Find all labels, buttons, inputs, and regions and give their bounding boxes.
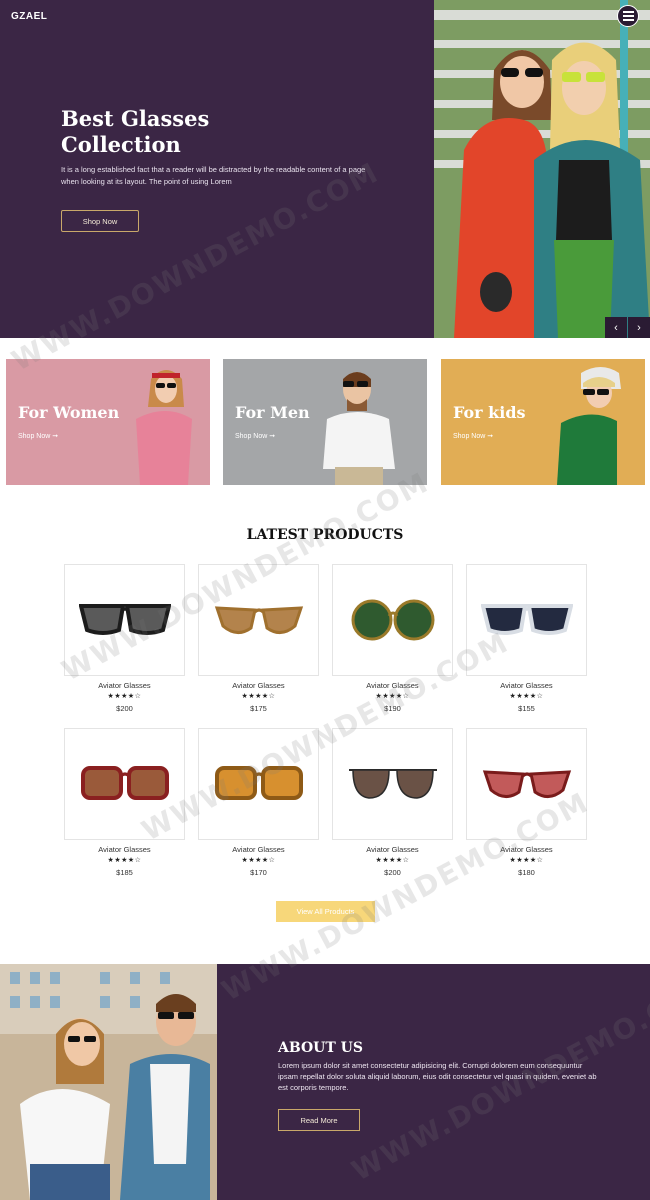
category-shop-link[interactable]: Shop Now ➞ <box>18 432 58 440</box>
glasses-image <box>214 606 303 634</box>
about-image <box>0 964 217 1200</box>
rating-stars-icon: ★★★★☆ <box>107 857 142 864</box>
product-card[interactable]: Aviator Glasses ★★★★☆ $200 <box>64 564 185 713</box>
rating-stars-icon: ★★★★☆ <box>241 693 276 700</box>
menu-icon[interactable] <box>617 5 639 27</box>
hero-title-line2: Collection <box>61 132 181 157</box>
product-price: $185 <box>116 868 133 877</box>
glasses-image <box>348 769 437 799</box>
rating-stars-icon: ★★★★☆ <box>107 693 142 700</box>
product-price: $180 <box>518 868 535 877</box>
watermark: WWW.DOWNDEMO.COM <box>136 625 515 848</box>
slider-next-button[interactable]: › <box>628 317 650 338</box>
product-price: $170 <box>250 868 267 877</box>
product-image[interactable] <box>198 564 319 676</box>
product-name[interactable]: Aviator Glasses <box>64 681 185 690</box>
product-name[interactable]: Aviator Glasses <box>332 681 453 690</box>
read-more-button[interactable]: Read More <box>278 1109 360 1131</box>
product-name[interactable]: Aviator Glasses <box>64 845 185 854</box>
about-title: ABOUT US <box>278 1040 363 1056</box>
product-price: $200 <box>384 868 401 877</box>
product-card[interactable]: Aviator Glasses ★★★★☆ $175 <box>198 564 319 713</box>
hero-title: Best Glasses Collection <box>61 106 361 158</box>
hero-title-line1: Best Glasses <box>61 106 210 131</box>
about-text: Lorem ipsum dolor sit amet consectetur a… <box>278 1061 597 1092</box>
product-card[interactable]: Aviator Glasses ★★★★☆ $185 <box>64 728 185 877</box>
product-card[interactable]: Aviator Glasses ★★★★☆ $190 <box>332 564 453 713</box>
product-image[interactable] <box>332 728 453 840</box>
category-title: For Men <box>235 403 310 422</box>
brand-logo[interactable]: GZAEL <box>11 11 47 22</box>
glasses-image <box>214 766 303 800</box>
rating-stars-icon: ★★★★☆ <box>375 693 410 700</box>
category-title: For kids <box>453 403 526 422</box>
product-price: $155 <box>518 704 535 713</box>
glasses-image <box>351 599 434 641</box>
rating-stars-icon: ★★★★☆ <box>241 857 276 864</box>
category-card-men[interactable]: For Men Shop Now ➞ <box>223 359 427 485</box>
category-title: For Women <box>18 403 120 422</box>
shop-now-button[interactable]: Shop Now <box>61 210 139 232</box>
product-name[interactable]: Aviator Glasses <box>466 681 587 690</box>
view-all-products-button[interactable]: View All Products <box>276 901 375 922</box>
product-price: $175 <box>250 704 267 713</box>
glasses-image <box>80 766 169 800</box>
product-name[interactable]: Aviator Glasses <box>198 681 319 690</box>
category-shop-link[interactable]: Shop Now ➞ <box>235 432 275 440</box>
product-image[interactable] <box>332 564 453 676</box>
slider-prev-button[interactable]: ‹ <box>605 317 627 338</box>
product-card[interactable]: Aviator Glasses ★★★★☆ $200 <box>332 728 453 877</box>
product-price: $200 <box>116 704 133 713</box>
rating-stars-icon: ★★★★☆ <box>509 857 544 864</box>
product-card[interactable]: Aviator Glasses ★★★★☆ $155 <box>466 564 587 713</box>
category-card-kids[interactable]: For kids Shop Now ➞ <box>441 359 645 485</box>
rating-stars-icon: ★★★★☆ <box>509 693 544 700</box>
glasses-image <box>482 770 571 798</box>
glasses-image <box>480 604 573 635</box>
product-image[interactable] <box>64 728 185 840</box>
product-image[interactable] <box>466 564 587 676</box>
hero-image <box>434 0 650 338</box>
hero-description: It is a long established fact that a rea… <box>61 165 366 186</box>
about-section: ABOUT US Lorem ipsum dolor sit amet cons… <box>217 964 650 1200</box>
product-image[interactable] <box>198 728 319 840</box>
product-card[interactable]: Aviator Glasses ★★★★☆ $180 <box>466 728 587 877</box>
kids-model-image <box>557 367 621 485</box>
category-card-women[interactable]: For Women Shop Now ➞ <box>6 359 210 485</box>
men-model-image <box>323 372 395 485</box>
category-shop-link[interactable]: Shop Now ➞ <box>453 432 493 440</box>
product-card[interactable]: Aviator Glasses ★★★★☆ $170 <box>198 728 319 877</box>
product-name[interactable]: Aviator Glasses <box>198 845 319 854</box>
product-image[interactable] <box>466 728 587 840</box>
women-model-image <box>136 370 192 485</box>
latest-products-title: LATEST PRODUCTS <box>246 527 404 543</box>
rating-stars-icon: ★★★★☆ <box>375 857 410 864</box>
product-image[interactable] <box>64 564 185 676</box>
product-name[interactable]: Aviator Glasses <box>332 845 453 854</box>
product-name[interactable]: Aviator Glasses <box>466 845 587 854</box>
product-price: $190 <box>384 704 401 713</box>
glasses-image <box>78 604 171 635</box>
hero-section: GZAEL Best Glasses Collection It is a lo… <box>0 0 650 338</box>
